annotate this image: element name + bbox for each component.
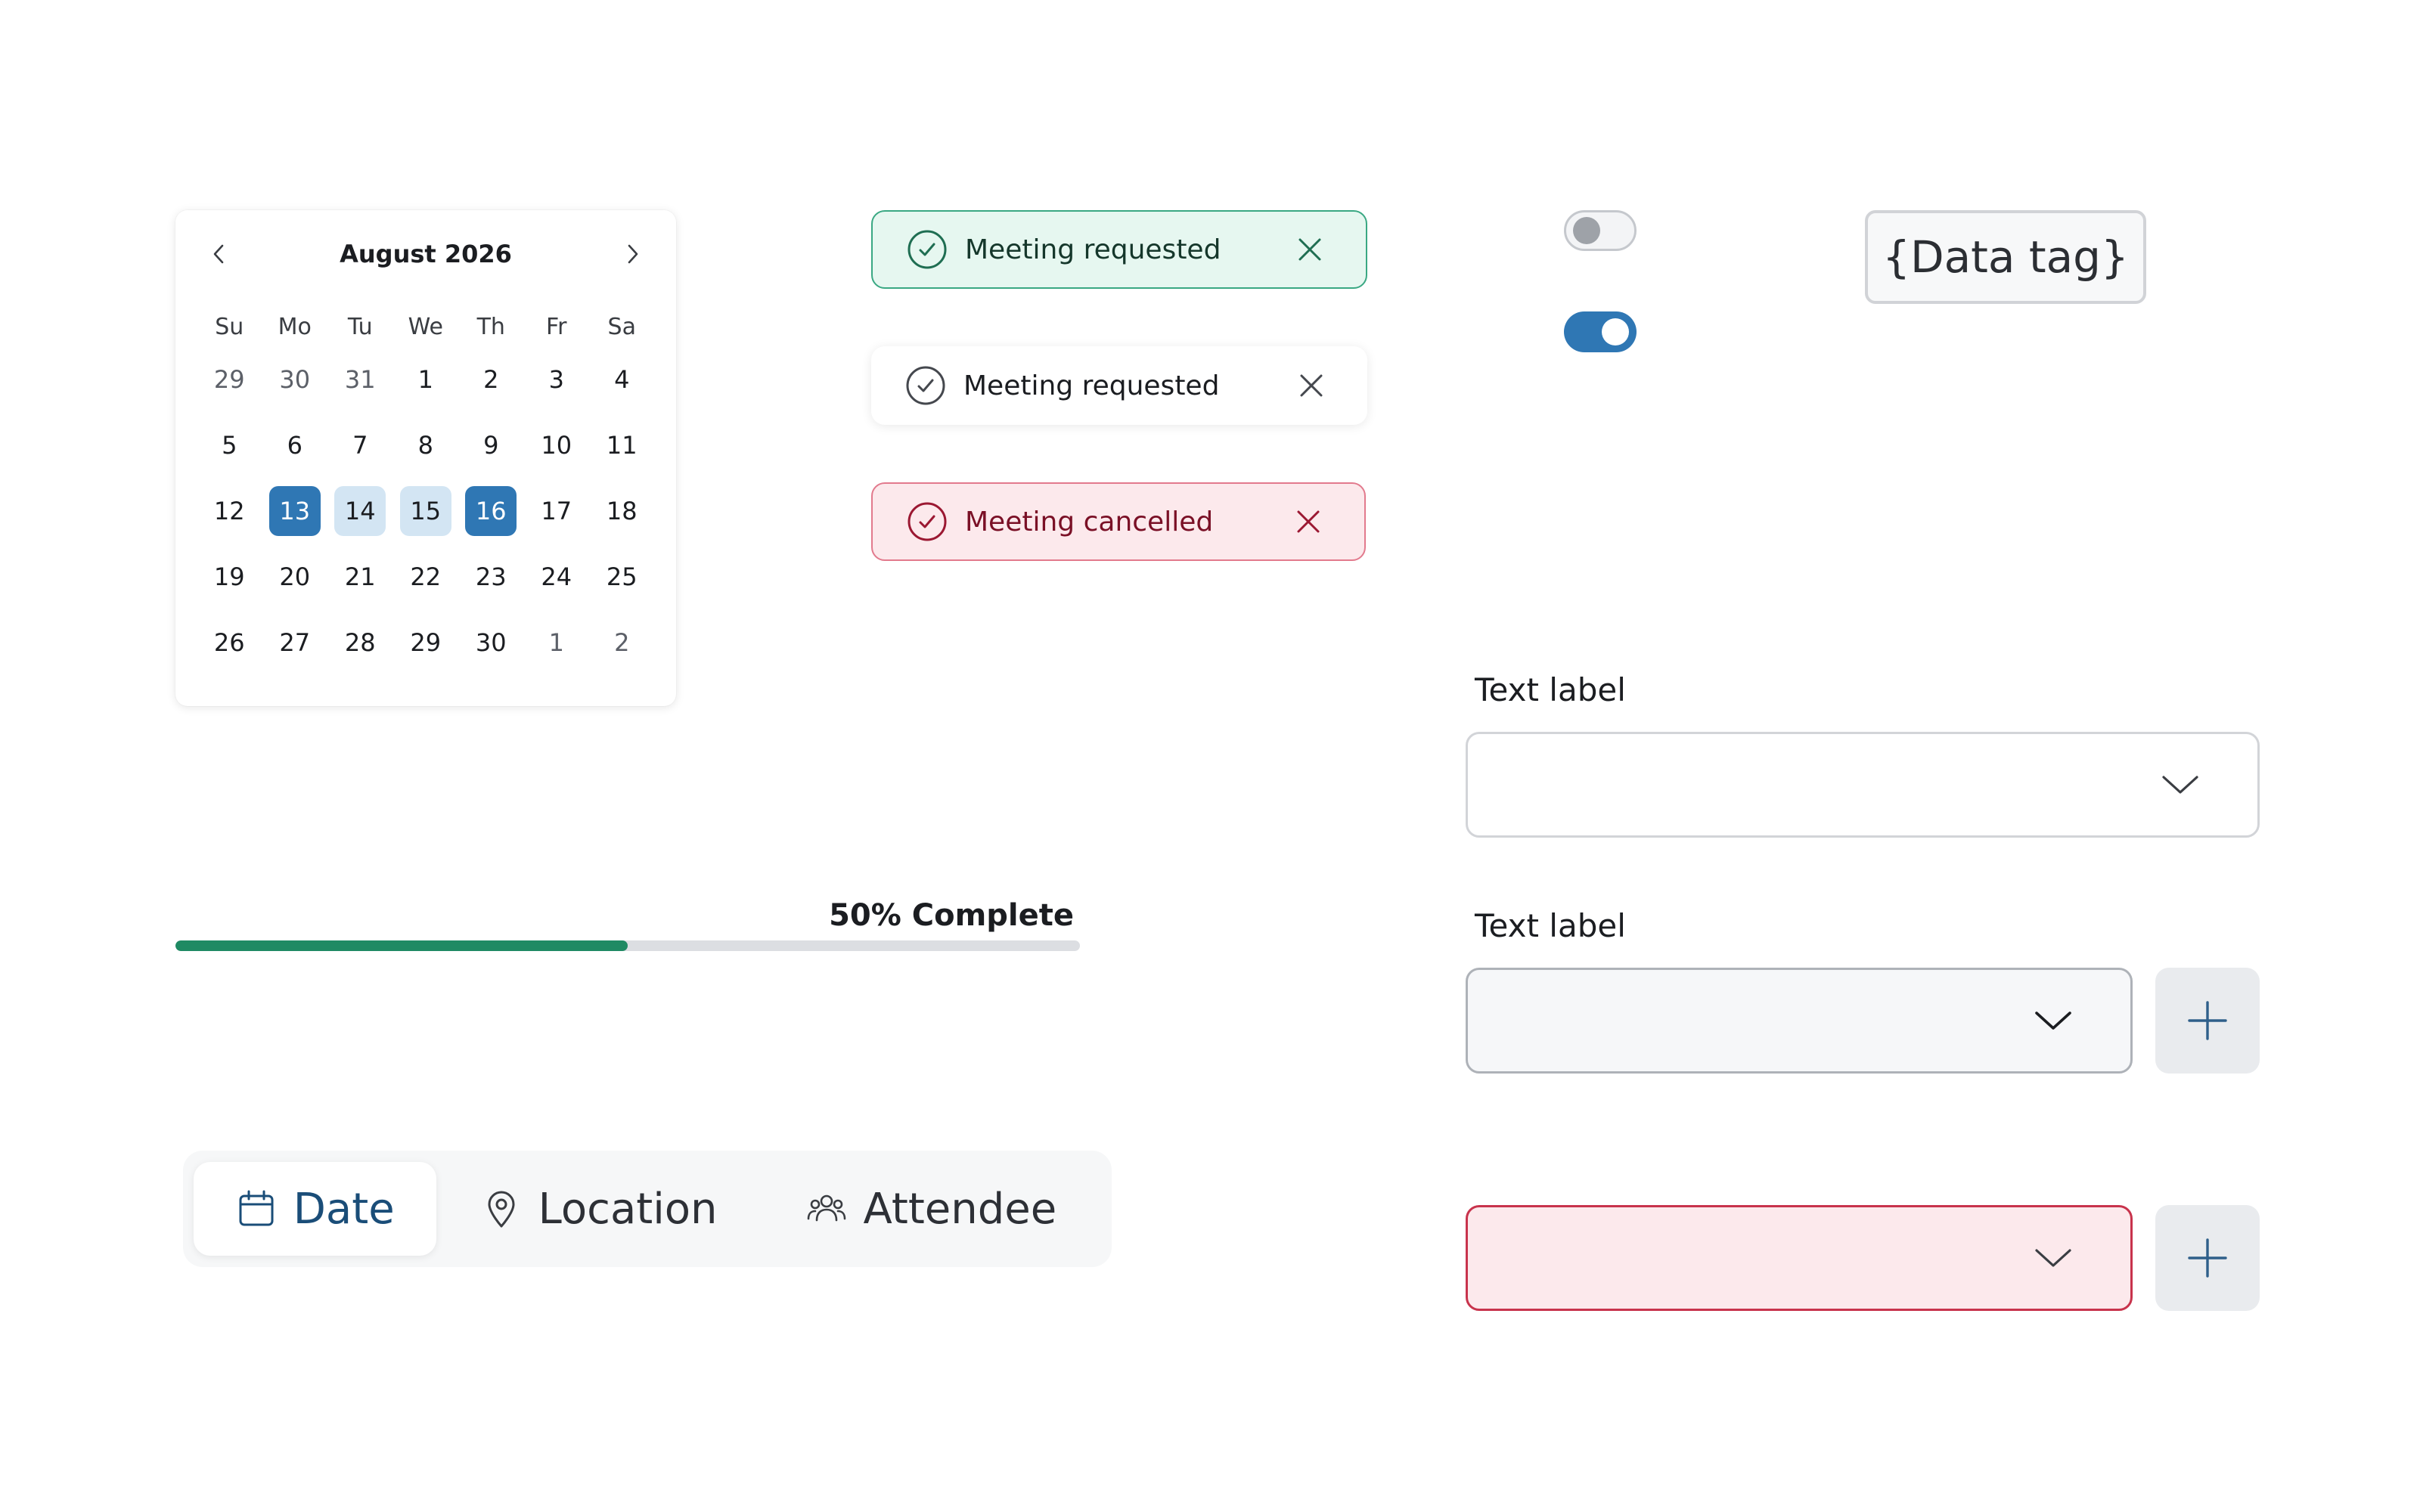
toast-message: Meeting requested xyxy=(963,370,1220,401)
toast-error: Meeting cancelled xyxy=(871,482,1366,561)
calendar-day[interactable]: 28 xyxy=(334,618,386,668)
chevron-down-icon xyxy=(2035,1249,2071,1267)
calendar-day[interactable]: 27 xyxy=(269,618,321,668)
calendar-day[interactable]: 6 xyxy=(269,420,321,470)
calendar-day[interactable]: 12 xyxy=(203,486,255,536)
toggle-switch-on[interactable] xyxy=(1564,311,1637,352)
calendar-day[interactable]: 24 xyxy=(531,552,582,602)
weekday-header-row: Su Mo Tu We Th Fr Sa xyxy=(197,307,655,346)
close-icon xyxy=(1298,238,1321,261)
check-circle-icon xyxy=(906,366,945,405)
chevron-down-icon xyxy=(2162,776,2198,794)
calendar-day-outside-month[interactable]: 1 xyxy=(531,618,582,668)
weekday-label: Sa xyxy=(607,313,636,340)
calendar-day-range-start[interactable]: 13 xyxy=(268,485,321,536)
calendar-week-row: 12 13 14 15 16 17 18 xyxy=(197,478,655,544)
next-month-button[interactable] xyxy=(614,236,650,272)
plus-icon xyxy=(2188,1001,2227,1040)
weekday-label: Su xyxy=(215,313,244,340)
tab-date[interactable]: Date xyxy=(194,1162,437,1256)
field-label: Text label xyxy=(1475,907,1626,944)
tab-location[interactable]: Location xyxy=(436,1162,761,1256)
calendar-day[interactable]: 19 xyxy=(203,552,255,602)
calendar-day[interactable]: 22 xyxy=(400,552,451,602)
calendar-day[interactable]: 25 xyxy=(596,552,647,602)
check-circle-icon xyxy=(908,230,947,269)
tab-label: Date xyxy=(293,1184,395,1234)
calendar-day[interactable]: 9 xyxy=(465,420,517,470)
weekday-label: Mo xyxy=(278,313,312,340)
calendar-day[interactable]: 11 xyxy=(596,420,647,470)
calendar-day[interactable]: 5 xyxy=(203,420,255,470)
close-icon xyxy=(1300,374,1323,397)
calendar-grid: Su Mo Tu We Th Fr Sa 29 30 31 1 2 3 4 5 … xyxy=(197,307,655,675)
chevron-right-icon xyxy=(628,244,638,264)
progress-bar-fill xyxy=(175,940,628,951)
data-tag[interactable]: {Data tag} xyxy=(1865,210,2146,304)
toast-close-button[interactable] xyxy=(1290,503,1326,540)
dropdown-select-error[interactable] xyxy=(1466,1205,2133,1311)
calendar-day[interactable]: 29 xyxy=(400,618,451,668)
calendar-day-in-range[interactable]: 15 xyxy=(399,485,451,536)
calendar-day[interactable]: 2 xyxy=(465,355,517,404)
calendar-day[interactable]: 1 xyxy=(400,355,451,404)
toast-close-button[interactable] xyxy=(1293,367,1329,404)
progress-label: 50% Complete xyxy=(829,898,1074,933)
calendar-day[interactable]: 4 xyxy=(596,355,647,404)
toast-close-button[interactable] xyxy=(1292,231,1328,268)
calendar-day[interactable]: 18 xyxy=(596,486,647,536)
weekday-label: Th xyxy=(476,313,505,340)
calendar-week-row: 5 6 7 8 9 10 11 xyxy=(197,412,655,478)
calendar-icon xyxy=(239,1190,274,1226)
toast-neutral: Meeting requested xyxy=(871,346,1367,425)
calendar-day-outside-month[interactable]: 2 xyxy=(596,618,647,668)
location-pin-icon xyxy=(488,1191,515,1228)
toast-success: Meeting requested xyxy=(871,210,1367,289)
chevron-down-icon xyxy=(2035,1012,2071,1030)
close-icon xyxy=(1297,510,1320,533)
weekday-label: We xyxy=(408,313,443,340)
calendar-day[interactable]: 10 xyxy=(531,420,582,470)
calendar-week-row: 19 20 21 22 23 24 25 xyxy=(197,544,655,609)
calendar-week-row: 26 27 28 29 30 1 2 xyxy=(197,609,655,675)
calendar-day-range-end[interactable]: 16 xyxy=(465,485,517,536)
calendar-day[interactable]: 26 xyxy=(203,618,255,668)
calendar-day-outside-month[interactable]: 29 xyxy=(203,355,255,404)
calendar-day[interactable]: 23 xyxy=(465,552,517,602)
progress-bar xyxy=(175,940,1080,951)
calendar-week-row: 29 30 31 1 2 3 4 xyxy=(197,346,655,412)
tab-attendee[interactable]: Attendee xyxy=(762,1162,1101,1256)
weekday-label: Tu xyxy=(347,313,373,340)
weekday-label: Fr xyxy=(546,313,567,340)
segmented-tabs: Date Location Attendee xyxy=(183,1151,1112,1267)
add-button[interactable] xyxy=(2155,968,2260,1074)
calendar-day[interactable]: 30 xyxy=(465,618,517,668)
toggle-knob xyxy=(1602,318,1629,345)
calendar-month-title: August 2026 xyxy=(340,240,512,268)
toast-message: Meeting cancelled xyxy=(965,506,1214,538)
calendar-day[interactable]: 17 xyxy=(531,486,582,536)
toast-message: Meeting requested xyxy=(965,234,1221,265)
tab-label: Location xyxy=(538,1184,718,1234)
calendar-day[interactable]: 20 xyxy=(269,552,321,602)
tab-label: Attendee xyxy=(863,1184,1057,1234)
calendar-day-outside-month[interactable]: 31 xyxy=(334,355,386,404)
people-icon xyxy=(807,1194,845,1222)
toggle-switch-off[interactable] xyxy=(1564,210,1637,251)
plus-icon xyxy=(2188,1238,2227,1278)
calendar-day[interactable]: 3 xyxy=(531,355,582,404)
calendar-day[interactable]: 7 xyxy=(334,420,386,470)
add-button[interactable] xyxy=(2155,1205,2260,1311)
dropdown-select[interactable] xyxy=(1466,732,2260,838)
calendar-day-outside-month[interactable]: 30 xyxy=(269,355,321,404)
dropdown-select[interactable] xyxy=(1466,968,2133,1074)
calendar-day-in-range[interactable]: 14 xyxy=(334,485,386,536)
date-picker-calendar: August 2026 Su Mo Tu We Th Fr Sa 29 30 3… xyxy=(175,210,676,706)
field-label: Text label xyxy=(1475,671,1626,708)
calendar-day[interactable]: 21 xyxy=(334,552,386,602)
check-circle-icon xyxy=(908,502,947,541)
toggle-knob xyxy=(1573,217,1600,244)
calendar-day[interactable]: 8 xyxy=(400,420,451,470)
